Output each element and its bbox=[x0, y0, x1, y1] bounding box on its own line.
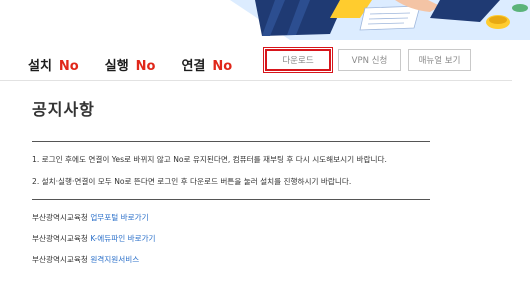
remote-support-link[interactable]: 원격지원서비스 bbox=[90, 255, 139, 264]
status-install-value: No bbox=[58, 58, 79, 74]
status-install-label: 설치 bbox=[28, 58, 52, 74]
notice-top-divider bbox=[32, 141, 430, 142]
action-buttons: 다운로드 VPN 신청 매뉴얼 보기 bbox=[263, 47, 478, 73]
status-run: 실행 No bbox=[105, 55, 156, 74]
notice-line-2: 2. 설치·실행·연결이 모두 No로 뜬다면 로그인 후 다운로드 버튼을 눌… bbox=[32, 177, 352, 186]
connection-status-row: 설치 No 실행 No 연결 No bbox=[28, 54, 258, 74]
status-connect-value: No bbox=[212, 58, 233, 74]
manual-view-button[interactable]: 매뉴얼 보기 bbox=[408, 49, 471, 71]
office-desk-illustration bbox=[0, 0, 530, 40]
status-connect: 연결 No bbox=[181, 55, 232, 74]
notice-title: 공지사항 bbox=[32, 100, 95, 119]
status-install: 설치 No bbox=[28, 55, 79, 74]
header-banner bbox=[0, 0, 530, 40]
link-prefix: 부산광역시교육청 bbox=[32, 234, 88, 243]
vpn-request-button[interactable]: VPN 신청 bbox=[338, 49, 401, 71]
link-row-work-portal: 부산광역시교육청 업무포털 바로가기 bbox=[32, 212, 149, 223]
work-portal-link[interactable]: 업무포털 바로가기 bbox=[90, 213, 148, 222]
link-row-remote-support: 부산광역시교육청 원격지원서비스 bbox=[32, 254, 139, 265]
status-run-value: No bbox=[135, 58, 156, 74]
status-connect-label: 연결 bbox=[181, 58, 206, 74]
edufine-link[interactable]: K-에듀파인 바로가기 bbox=[90, 234, 155, 243]
notice-bottom-divider bbox=[32, 199, 430, 200]
notice-line-1: 1. 로그인 후에도 연결이 Yes로 바뀌지 않고 No로 유지된다면, 컴퓨… bbox=[32, 155, 387, 164]
header-divider bbox=[0, 80, 512, 81]
link-prefix: 부산광역시교육청 bbox=[32, 213, 88, 222]
download-button[interactable]: 다운로드 bbox=[263, 47, 333, 73]
status-run-label: 실행 bbox=[104, 58, 129, 74]
link-prefix: 부산광역시교육청 bbox=[32, 255, 88, 264]
link-row-edufine: 부산광역시교육청 K-에듀파인 바로가기 bbox=[32, 233, 156, 244]
